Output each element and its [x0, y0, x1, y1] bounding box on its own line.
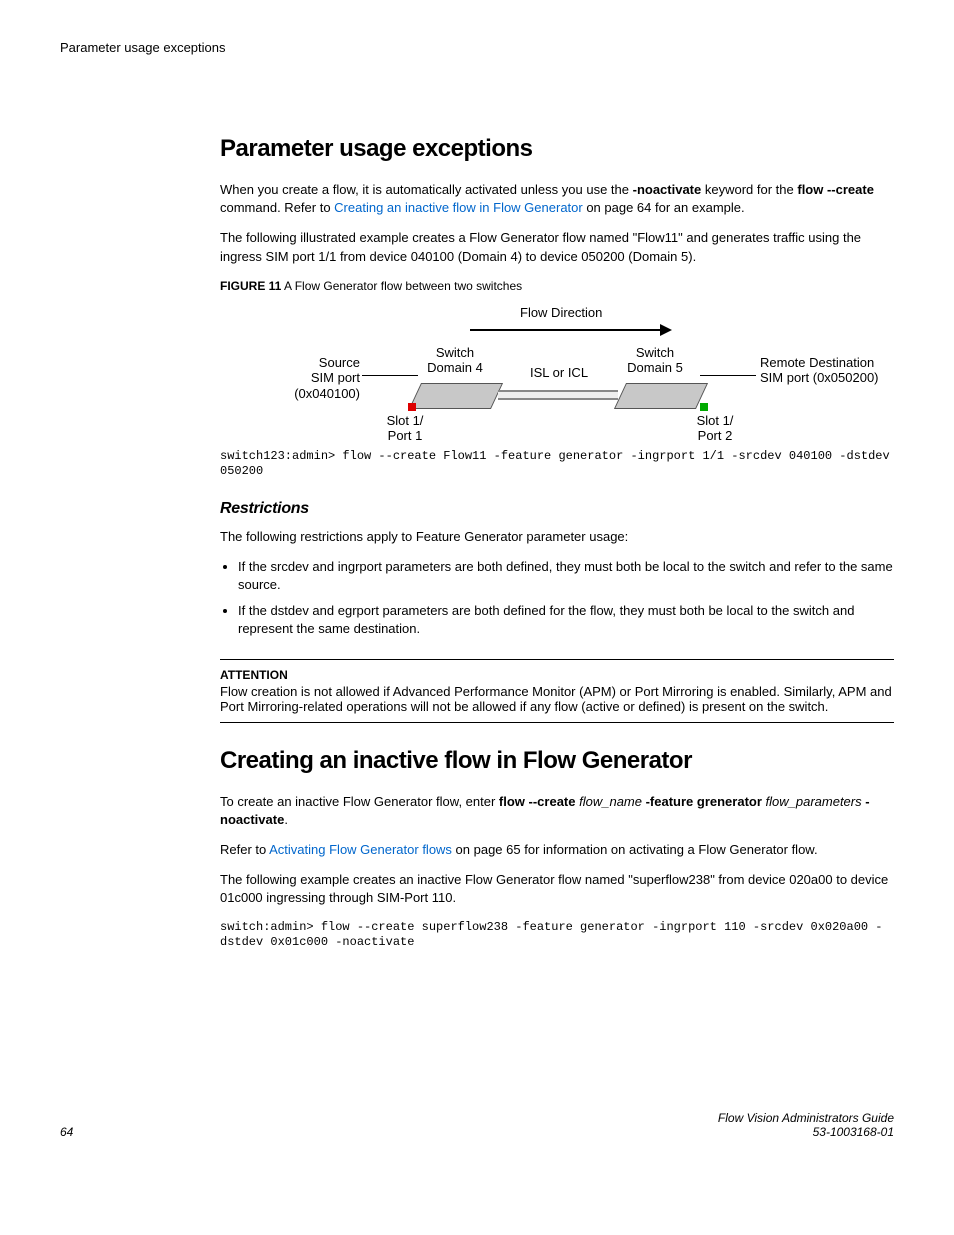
text: command. Refer to — [220, 200, 334, 215]
param-flow-parameters: flow_parameters — [762, 794, 865, 809]
text: Slot 1/ — [387, 413, 424, 428]
switch-icon-domain5 — [620, 383, 700, 411]
text: Source — [319, 355, 360, 370]
paragraph: The following restrictions apply to Feat… — [220, 528, 894, 546]
text: keyword for the — [701, 182, 797, 197]
text: To create an inactive Flow Generator flo… — [220, 794, 499, 809]
running-header: Parameter usage exceptions — [60, 40, 894, 55]
section-heading-parameter-usage: Parameter usage exceptions — [220, 135, 894, 163]
code-block-flow11: switch123:admin> flow --create Flow11 -f… — [220, 449, 894, 480]
paragraph: Refer to Activating Flow Generator flows… — [220, 841, 894, 859]
text: When you create a flow, it is automatica… — [220, 182, 633, 197]
footer-doc-number: 53-1003168-01 — [718, 1125, 894, 1139]
label-isl-icl: ISL or ICL — [530, 365, 588, 381]
paragraph: When you create a flow, it is automatica… — [220, 181, 894, 217]
text: Slot 1/ — [697, 413, 734, 428]
subheading-restrictions: Restrictions — [220, 500, 894, 518]
footer-guide-title: Flow Vision Administrators Guide — [718, 1111, 894, 1125]
text: SIM port (0x050200) — [760, 370, 879, 385]
text: SIM port (0x040100) — [294, 370, 360, 401]
text: Domain 5 — [627, 360, 683, 375]
port-indicator-red — [408, 403, 416, 411]
restrictions-list: If the srcdev and ingrport parameters ar… — [220, 558, 894, 639]
text: Port 1 — [388, 428, 423, 443]
keyword-noactivate: -noactivate — [633, 182, 702, 197]
label-remote-dest: Remote Destination SIM port (0x050200) — [760, 355, 900, 386]
command-flow-create: flow --create — [797, 182, 874, 197]
figure-caption: FIGURE 11 A Flow Generator flow between … — [220, 278, 894, 295]
label-switch-domain5: Switch Domain 5 — [620, 345, 690, 376]
text: Port 2 — [698, 428, 733, 443]
flow-arrow-head-icon — [660, 324, 672, 336]
attention-box: ATTENTION Flow creation is not allowed i… — [220, 659, 894, 723]
paragraph: The following example creates an inactiv… — [220, 871, 894, 907]
text: on page 64 for an example. — [583, 200, 745, 215]
figure-title: A Flow Generator flow between two switch… — [281, 279, 522, 293]
text: on page 65 for information on activating… — [452, 842, 818, 857]
command-flow-create: flow --create — [499, 794, 576, 809]
label-slot1-port1: Slot 1/ Port 1 — [380, 413, 430, 444]
link-creating-inactive-flow[interactable]: Creating an inactive flow in Flow Genera… — [334, 200, 583, 215]
label-source: Source SIM port (0x040100) — [260, 355, 360, 402]
text: . — [284, 812, 288, 827]
figure-diagram: Flow Direction Source SIM port (0x040100… — [220, 305, 900, 445]
text: Refer to — [220, 842, 269, 857]
switch-icon-domain4 — [415, 383, 495, 411]
option-feature-generator: -feature grenerator — [646, 794, 762, 809]
text: Switch — [636, 345, 674, 360]
page-number: 64 — [60, 1125, 73, 1139]
port-indicator-green — [700, 403, 708, 411]
paragraph: The following illustrated example create… — [220, 229, 894, 265]
isl-link-line — [498, 390, 618, 400]
param-flow-name: flow_name — [576, 794, 646, 809]
text: Remote Destination — [760, 355, 874, 370]
connector-line — [362, 375, 418, 376]
section-heading-creating-inactive-flow: Creating an inactive flow in Flow Genera… — [220, 747, 894, 775]
label-slot1-port2: Slot 1/ Port 2 — [690, 413, 740, 444]
list-item: If the srcdev and ingrport parameters ar… — [238, 558, 894, 594]
code-block-superflow238: switch:admin> flow --create superflow238… — [220, 920, 894, 951]
label-switch-domain4: Switch Domain 4 — [420, 345, 490, 376]
list-item: If the dstdev and egrport parameters are… — [238, 602, 894, 638]
flow-arrow-line — [470, 329, 660, 331]
page-footer: 64 Flow Vision Administrators Guide 53-1… — [60, 1111, 894, 1139]
attention-label: ATTENTION — [220, 668, 894, 682]
attention-text: Flow creation is not allowed if Advanced… — [220, 684, 894, 714]
paragraph: To create an inactive Flow Generator flo… — [220, 793, 894, 829]
label-flow-direction: Flow Direction — [520, 305, 602, 321]
link-activating-flows[interactable]: Activating Flow Generator flows — [269, 842, 452, 857]
figure-label: FIGURE 11 — [220, 279, 281, 293]
connector-line — [700, 375, 756, 376]
text: Domain 4 — [427, 360, 483, 375]
text: Switch — [436, 345, 474, 360]
